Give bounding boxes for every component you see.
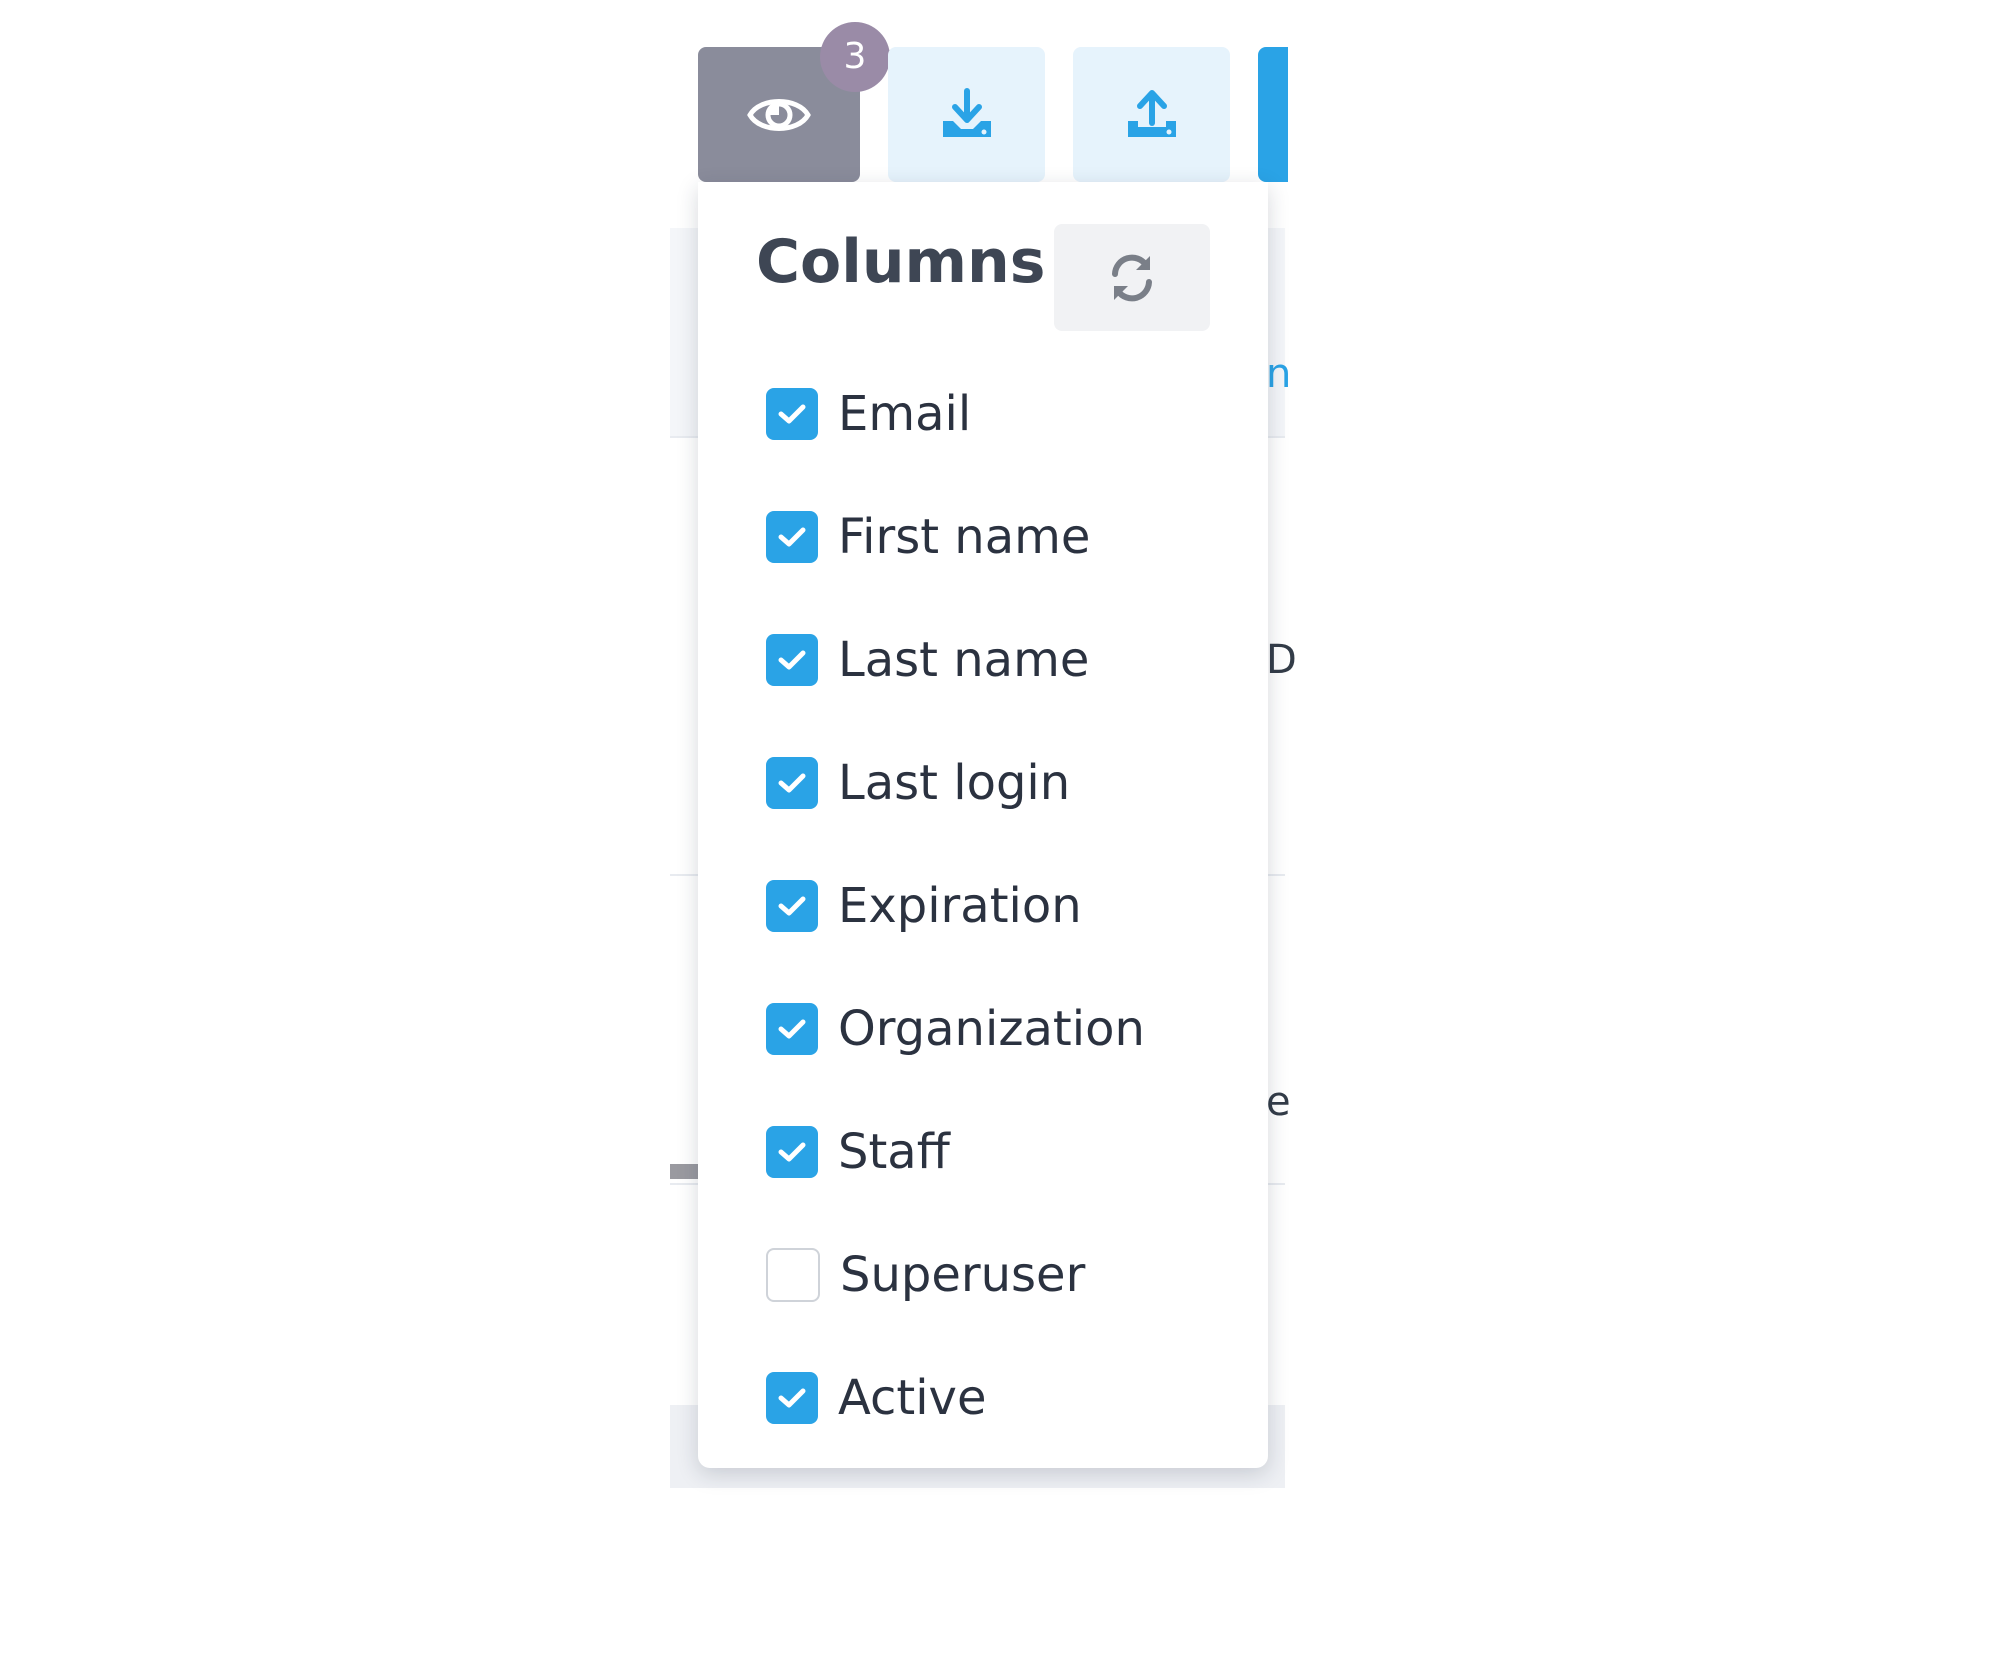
reset-columns-button[interactable]: [1054, 224, 1210, 331]
column-toggle-last-login[interactable]: Last login: [766, 753, 1070, 813]
column-toggle-organization[interactable]: Organization: [766, 999, 1145, 1059]
checkbox[interactable]: [766, 1003, 818, 1055]
column-toggle-email[interactable]: Email: [766, 384, 971, 444]
checkmark-icon: [778, 404, 806, 424]
upload-icon: [1127, 89, 1176, 137]
popover-title: Columns: [756, 227, 1046, 297]
columns-popover: Columns Email First name Last name Last …: [698, 182, 1268, 1468]
checkmark-icon: [778, 650, 806, 670]
checkbox[interactable]: [766, 1126, 818, 1178]
primary-action-button[interactable]: [1258, 47, 1288, 182]
checkbox[interactable]: [766, 880, 818, 932]
column-toggle-superuser[interactable]: Superuser: [766, 1245, 1085, 1305]
checkmark-icon: [778, 527, 806, 547]
column-label: Email: [838, 386, 972, 442]
checkbox[interactable]: [766, 388, 818, 440]
checkbox[interactable]: [766, 634, 818, 686]
checkmark-icon: [778, 896, 806, 916]
column-toggle-expiration[interactable]: Expiration: [766, 876, 1082, 936]
column-label: Last name: [838, 632, 1090, 688]
checkbox[interactable]: [766, 757, 818, 809]
checkmark-icon: [778, 773, 806, 793]
checkbox[interactable]: [766, 511, 818, 563]
checkbox[interactable]: [766, 1372, 818, 1424]
column-label: First name: [838, 509, 1091, 565]
column-label: Active: [838, 1370, 987, 1426]
column-toggle-first-name[interactable]: First name: [766, 507, 1090, 567]
column-label: Superuser: [840, 1247, 1086, 1303]
download-icon: [942, 87, 991, 137]
checkmark-icon: [778, 1142, 806, 1162]
upload-button[interactable]: [1073, 47, 1230, 182]
column-toggle-staff[interactable]: Staff: [766, 1122, 950, 1182]
column-label: Expiration: [838, 878, 1082, 934]
table-cell-text-fragment: e: [1266, 1079, 1291, 1125]
table-cell-text-fragment: D: [1266, 637, 1297, 683]
refresh-icon: [1112, 254, 1152, 301]
eye-icon: [747, 98, 811, 131]
horizontal-scrollbar[interactable]: [670, 1164, 699, 1179]
hidden-columns-count-badge: 3: [820, 22, 890, 92]
column-label: Organization: [838, 1001, 1145, 1057]
download-button[interactable]: [888, 47, 1045, 182]
checkmark-icon: [778, 1388, 806, 1408]
column-toggle-active[interactable]: Active: [766, 1368, 986, 1428]
column-label: Staff: [838, 1124, 950, 1180]
checkmark-icon: [778, 1019, 806, 1039]
column-toggle-last-name[interactable]: Last name: [766, 630, 1089, 690]
table-header-text-fragment: n: [1266, 351, 1292, 397]
column-label: Last login: [838, 755, 1071, 811]
checkbox[interactable]: [766, 1248, 820, 1302]
